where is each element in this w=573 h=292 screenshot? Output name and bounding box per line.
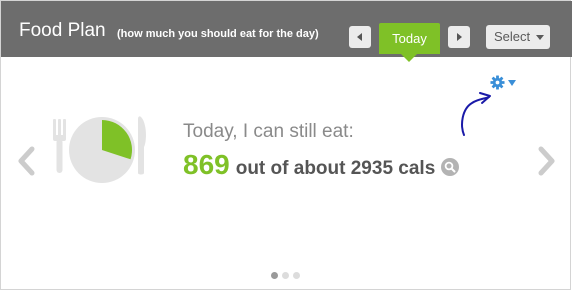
next-day-button[interactable] xyxy=(448,26,470,48)
knife-icon xyxy=(138,116,146,175)
caret-down-icon xyxy=(508,80,516,86)
calories-total-text: out of about 2935 cals xyxy=(235,158,436,179)
today-pointer xyxy=(401,54,417,62)
today-button[interactable]: Today xyxy=(379,23,440,54)
pagination-dot[interactable] xyxy=(271,272,278,279)
hand-drawn-arrow-annotation xyxy=(461,92,491,136)
pagination-dot[interactable] xyxy=(282,272,289,279)
calorie-summary: 869 out of about 2935 cals xyxy=(183,149,460,181)
gear-icon xyxy=(490,75,505,90)
chevron-right-icon xyxy=(457,33,462,41)
calories-remaining-value: 869 xyxy=(183,149,230,180)
widget-subtitle: (how much you should eat for the day) xyxy=(117,28,319,40)
carousel-prev-button[interactable] xyxy=(17,146,37,176)
pagination-dot[interactable] xyxy=(293,272,300,279)
header-bar: Food Plan (how much you should eat for t… xyxy=(1,1,572,62)
food-plate-icon xyxy=(53,116,146,183)
search-icon[interactable] xyxy=(441,158,460,176)
select-label: Select xyxy=(494,29,531,44)
select-dropdown[interactable]: Select xyxy=(486,25,550,49)
carousel-next-button[interactable] xyxy=(536,146,556,176)
caret-down-icon xyxy=(536,35,544,40)
previous-day-button[interactable] xyxy=(349,26,371,48)
chevron-left-icon xyxy=(357,33,362,41)
widget-title: Food Plan xyxy=(19,20,106,41)
fork-icon xyxy=(53,119,66,173)
food-plan-widget: Food Plan (how much you should eat for t… xyxy=(0,0,572,290)
remaining-prompt: Today, I can still eat: xyxy=(183,121,354,142)
